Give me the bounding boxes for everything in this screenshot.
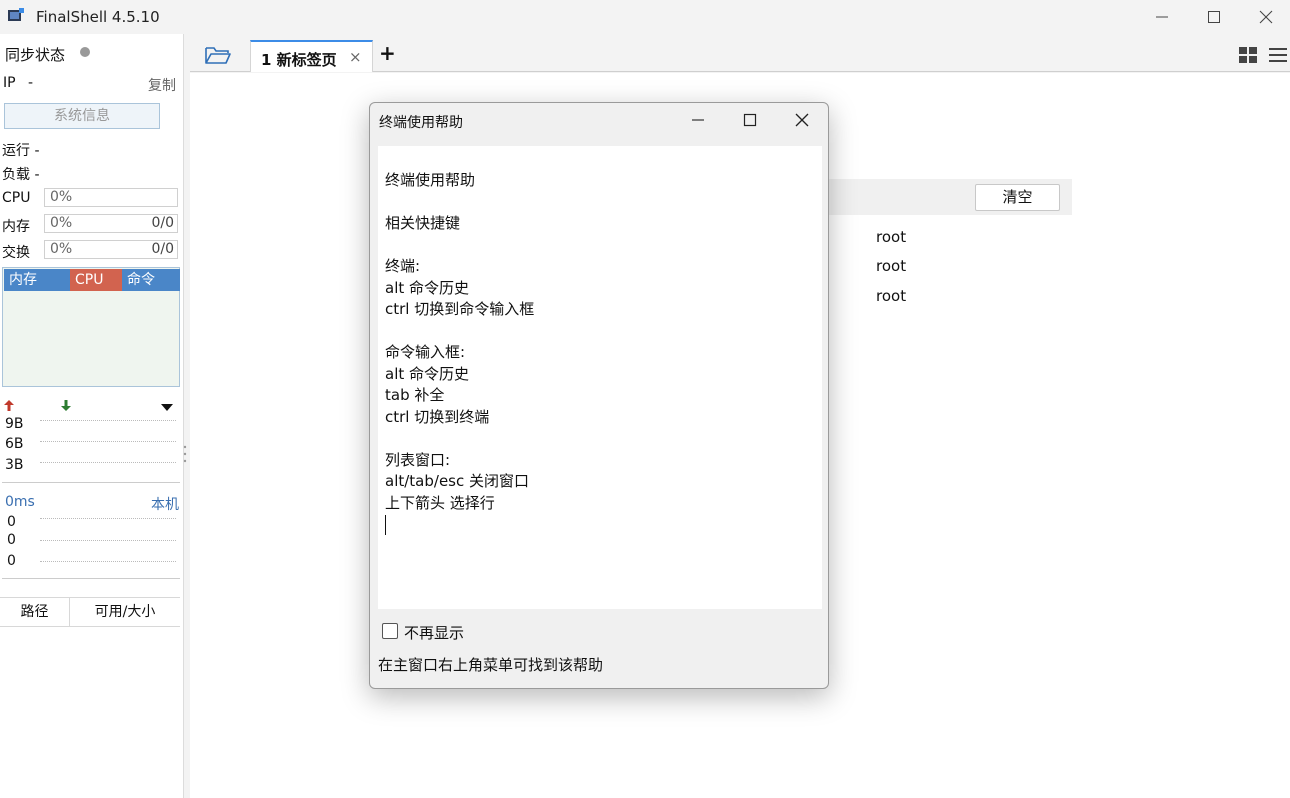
- help-line: 列表窗口:: [385, 450, 451, 469]
- process-col-mem[interactable]: 内存: [4, 269, 70, 291]
- tab-label: 1 新标签页: [261, 51, 337, 69]
- session-user[interactable]: root: [876, 287, 906, 305]
- download-arrow-icon: [60, 399, 72, 416]
- help-line: 上下箭头 选择行: [385, 493, 495, 512]
- ping-tick-label: 0: [7, 514, 16, 530]
- help-line: ctrl 切换到终端: [385, 407, 490, 426]
- swap-value: 0/0: [151, 241, 174, 257]
- help-line: [385, 321, 822, 343]
- cpu-label: CPU: [2, 190, 31, 206]
- mem-percent: 0%: [50, 215, 73, 231]
- process-list[interactable]: 内存 CPU 命令: [2, 267, 180, 387]
- system-info-button[interactable]: 系统信息: [4, 103, 160, 129]
- net-tick-label: 9B: [5, 416, 24, 432]
- process-col-command[interactable]: 命令: [122, 269, 180, 291]
- mem-label: 内存: [2, 219, 30, 235]
- dialog-close-button[interactable]: [776, 103, 828, 137]
- swap-percent: 0%: [50, 241, 73, 257]
- dialog-footer-note: 在主窗口右上角菜单可找到该帮助: [378, 656, 604, 674]
- ping-gridline: [40, 518, 176, 519]
- swap-label: 交换: [2, 245, 30, 261]
- network-interface-dropdown-icon[interactable]: [160, 400, 174, 416]
- help-line: [385, 428, 822, 450]
- ping-tick-label: 0: [7, 553, 16, 569]
- process-list-header: 内存 CPU 命令: [4, 269, 180, 291]
- net-gridline: [40, 441, 176, 442]
- ping-latency-label: 0ms: [5, 494, 35, 510]
- help-line: 命令输入框:: [385, 343, 466, 361]
- tab-new[interactable]: 1 新标签页 ×: [250, 40, 373, 72]
- session-user[interactable]: root: [876, 228, 906, 246]
- close-window-button[interactable]: [1240, 0, 1290, 34]
- dialog-title: 终端使用帮助: [379, 115, 463, 131]
- add-tab-button[interactable]: +: [379, 43, 396, 63]
- help-line: 相关快捷键: [385, 214, 461, 232]
- help-line: alt 命令历史: [385, 364, 470, 383]
- sidebar-divider: [2, 578, 180, 579]
- help-line: ctrl 切换到命令输入框: [385, 300, 535, 318]
- help-line: 终端:: [385, 257, 421, 275]
- net-gridline: [40, 462, 176, 463]
- session-user[interactable]: root: [876, 257, 906, 275]
- upload-arrow-icon: [3, 399, 15, 416]
- title-bar: FinalShell 4.5.10: [0, 0, 1290, 34]
- filesystem-table-header: 路径 可用/大小: [0, 597, 180, 627]
- dialog-maximize-button[interactable]: [724, 103, 776, 137]
- window-title: FinalShell 4.5.10: [36, 8, 160, 26]
- net-tick-label: 6B: [5, 436, 24, 452]
- sidebar-divider: [2, 482, 180, 483]
- help-text-area[interactable]: 终端使用帮助 相关快捷键 终端: alt 命令历史 ctrl 切换到命令输入框 …: [378, 146, 822, 609]
- net-tick-label: 3B: [5, 457, 24, 473]
- uptime-label: 运行 -: [2, 143, 40, 159]
- help-line: [385, 235, 822, 257]
- net-gridline: [40, 420, 176, 421]
- minimize-button[interactable]: [1136, 0, 1188, 34]
- ip-label: IP: [3, 75, 16, 91]
- swap-meter: 0% 0/0: [44, 240, 178, 259]
- ip-value: -: [28, 75, 34, 91]
- ping-gridline: [40, 561, 176, 562]
- sync-status-indicator: [80, 47, 90, 57]
- dialog-minimize-button[interactable]: [672, 103, 724, 137]
- grid-layout-icon[interactable]: [1238, 46, 1258, 64]
- load-label: 负载 -: [2, 167, 40, 183]
- text-caret: [385, 514, 386, 535]
- cpu-percent: 0%: [50, 189, 73, 205]
- tab-close-icon[interactable]: ×: [349, 48, 362, 66]
- help-line: alt/tab/esc 关闭窗口: [385, 472, 530, 490]
- clear-button[interactable]: 清空: [975, 184, 1060, 211]
- ping-gridline: [40, 540, 176, 541]
- hamburger-menu-icon[interactable]: [1268, 46, 1288, 64]
- terminal-help-dialog: 终端使用帮助 终端使用帮助 相关快捷键 终端: alt 命令历史 ctrl 切换…: [369, 102, 829, 689]
- dont-show-again-checkbox[interactable]: [382, 623, 398, 639]
- fs-col-path[interactable]: 路径: [0, 598, 70, 626]
- text-caret-line: [385, 514, 822, 536]
- sync-status-label: 同步状态: [5, 46, 66, 64]
- ping-target-link[interactable]: 本机: [151, 494, 179, 514]
- copy-ip-button[interactable]: 复制: [148, 75, 176, 95]
- mem-meter: 0% 0/0: [44, 214, 178, 233]
- dont-show-again-label[interactable]: 不再显示: [404, 622, 464, 643]
- ping-tick-label: 0: [7, 532, 16, 548]
- finalshell-logo-icon: [8, 8, 24, 24]
- help-line: tab 补全: [385, 386, 445, 404]
- sidebar-resize-handle[interactable]: [183, 444, 187, 464]
- mem-value: 0/0: [151, 215, 174, 231]
- help-line: alt 命令历史: [385, 278, 470, 297]
- fs-col-size[interactable]: 可用/大小: [70, 598, 180, 626]
- tab-bar: 1 新标签页 × +: [190, 34, 1290, 72]
- help-line: [385, 192, 822, 214]
- cpu-meter: 0%: [44, 188, 178, 207]
- maximize-button[interactable]: [1188, 0, 1240, 34]
- process-col-cpu[interactable]: CPU: [70, 269, 122, 291]
- help-line: 终端使用帮助: [385, 171, 476, 189]
- open-folder-icon[interactable]: [204, 44, 232, 66]
